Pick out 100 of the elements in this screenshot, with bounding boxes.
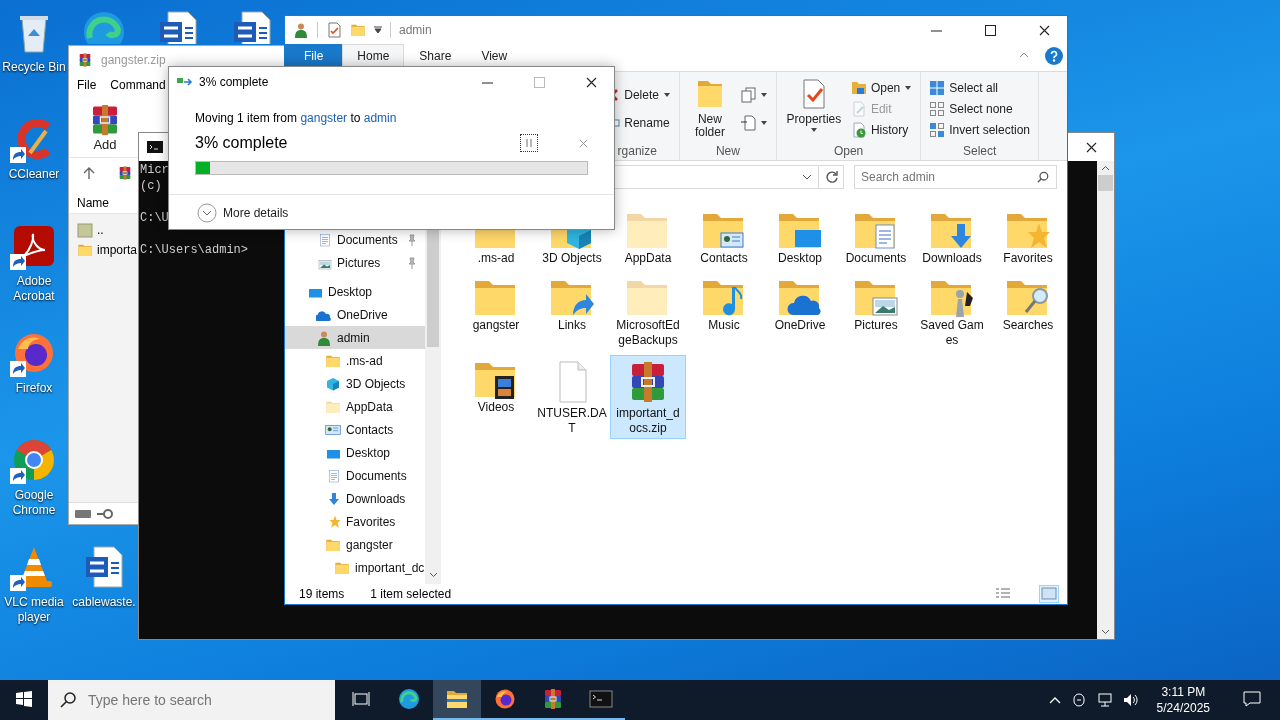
ribbon-button[interactable]: Select none bbox=[927, 100, 1032, 118]
close-icon bbox=[1038, 24, 1050, 36]
console-line: C:\U bbox=[140, 210, 169, 226]
ribbon-button[interactable]: Open bbox=[848, 79, 915, 97]
tree-item[interactable]: Documents bbox=[285, 228, 425, 251]
tree-item[interactable]: Desktop bbox=[285, 280, 425, 303]
scroll-down-icon[interactable] bbox=[428, 572, 438, 578]
icon-label[interactable]: CCleaner bbox=[8, 167, 60, 182]
ribbon-tab[interactable]: Share bbox=[404, 44, 467, 66]
group-label: Open bbox=[832, 143, 865, 160]
search-icon bbox=[60, 692, 76, 708]
device-icon[interactable] bbox=[1070, 692, 1087, 708]
caret-icon[interactable] bbox=[374, 26, 382, 34]
file-item[interactable]: Desktop bbox=[762, 206, 838, 269]
pause-button[interactable] bbox=[520, 134, 538, 152]
group-label: New bbox=[714, 143, 741, 160]
tree-item[interactable]: Desktop bbox=[285, 441, 425, 464]
window-title: gangster.zip bbox=[101, 52, 166, 69]
ribbon-tab[interactable]: Home bbox=[342, 44, 405, 66]
user-icon[interactable] bbox=[293, 22, 309, 38]
tree-item[interactable]: Pictures bbox=[285, 251, 425, 274]
folder-icon bbox=[850, 80, 867, 96]
item-count: 19 items bbox=[299, 586, 345, 603]
ribbon-button[interactable]: Select all bbox=[927, 79, 1032, 97]
edge-icon bbox=[397, 687, 421, 711]
ribbon-tab[interactable]: View bbox=[466, 44, 523, 66]
tree-item[interactable]: AppData bbox=[285, 395, 425, 418]
search-icon[interactable] bbox=[1037, 171, 1049, 183]
chevron-up-icon[interactable] bbox=[1048, 696, 1061, 704]
file-name[interactable]: .. bbox=[97, 221, 104, 239]
icon-label[interactable]: Adobe Acrobat bbox=[1, 274, 67, 304]
clock-time[interactable]: 3:11 PM bbox=[1161, 684, 1206, 700]
status-message: Moving 1 item from gangster to admin bbox=[195, 110, 398, 127]
collapse-icon[interactable] bbox=[1019, 52, 1029, 58]
file-item[interactable]: important_docs.zip bbox=[610, 355, 686, 439]
more-details-button[interactable]: More details bbox=[195, 203, 291, 223]
file-item[interactable]: gangster bbox=[458, 273, 534, 351]
file-item[interactable]: MicrosoftEdgeBackups bbox=[610, 273, 686, 351]
tree-item[interactable]: 3D Objects bbox=[285, 372, 425, 395]
file-item[interactable]: Pictures bbox=[838, 273, 914, 351]
dropdown-icon[interactable] bbox=[802, 174, 812, 180]
close-icon bbox=[578, 138, 588, 148]
network-icon[interactable] bbox=[1096, 692, 1113, 708]
help-icon[interactable] bbox=[1045, 47, 1063, 65]
tree-item[interactable]: Downloads bbox=[285, 487, 425, 510]
file-item[interactable]: Videos bbox=[458, 355, 534, 439]
tree-item[interactable]: OneDrive bbox=[285, 303, 425, 326]
file-item[interactable]: Searches bbox=[990, 273, 1066, 351]
file-item[interactable]: Favorites bbox=[990, 206, 1066, 269]
firefox-icon bbox=[493, 687, 517, 711]
column-header[interactable]: Name bbox=[77, 193, 109, 212]
search-field[interactable]: Type here to search bbox=[48, 680, 335, 720]
ribbon-button[interactable]: Invert selection bbox=[927, 121, 1032, 139]
file-name[interactable]: importa bbox=[97, 241, 137, 259]
scroll-down-icon[interactable] bbox=[1101, 629, 1110, 635]
tree-item[interactable]: .ms-ad bbox=[285, 349, 425, 372]
tree-item[interactable]: gangster bbox=[285, 533, 425, 556]
menu-item[interactable]: Command bbox=[110, 76, 166, 94]
pencil-page-icon bbox=[850, 101, 867, 117]
terminal-icon bbox=[147, 141, 163, 153]
tree-item[interactable]: Contacts bbox=[285, 418, 425, 441]
menu-item[interactable]: File bbox=[77, 76, 97, 94]
clock-date[interactable]: 5/24/2025 bbox=[1156, 700, 1210, 716]
scroll-thumb[interactable] bbox=[1098, 175, 1113, 191]
file-item[interactable]: Music bbox=[686, 273, 762, 351]
pages-icon bbox=[739, 87, 756, 104]
source-link[interactable]: gangster bbox=[300, 111, 348, 125]
ribbon-button[interactable]: Properties bbox=[782, 76, 845, 142]
refresh-icon[interactable] bbox=[825, 170, 839, 184]
file-item[interactable]: Downloads bbox=[914, 206, 990, 269]
file-item[interactable]: Contacts bbox=[686, 206, 762, 269]
icon-label[interactable]: cablewaste. bbox=[72, 595, 136, 610]
ribbon-button[interactable]: History bbox=[848, 121, 915, 139]
up-folder-icon bbox=[77, 222, 93, 238]
page-icon bbox=[739, 114, 756, 131]
file-item[interactable]: Links bbox=[534, 273, 610, 351]
volume-icon[interactable] bbox=[1122, 692, 1139, 708]
scroll-up-icon[interactable] bbox=[1101, 165, 1110, 171]
ribbon-button[interactable]: New folder bbox=[685, 76, 734, 142]
checked-page-icon[interactable] bbox=[326, 22, 342, 38]
search-field[interactable]: Search admin bbox=[854, 165, 1057, 189]
tree-item[interactable]: important_dc bbox=[285, 556, 425, 579]
destination-link[interactable]: admin bbox=[363, 111, 397, 125]
file-item[interactable]: Saved Games bbox=[914, 273, 990, 351]
chevron-icon bbox=[197, 203, 217, 223]
up-arrow-icon[interactable] bbox=[83, 167, 95, 179]
icon-label[interactable]: VLC media player bbox=[1, 595, 67, 625]
ribbon-tab[interactable]: File bbox=[285, 44, 343, 66]
add-button[interactable]: Add bbox=[85, 100, 125, 153]
file-item[interactable]: Documents bbox=[838, 206, 914, 269]
file-item[interactable]: OneDrive bbox=[762, 273, 838, 351]
terminal-icon bbox=[589, 687, 613, 711]
taskbar-app[interactable] bbox=[433, 680, 481, 720]
icon-label[interactable]: Recycle Bin bbox=[2, 60, 66, 75]
tree-item[interactable]: admin bbox=[285, 326, 425, 349]
tree-item[interactable]: Documents bbox=[285, 464, 425, 487]
file-item[interactable]: AppData bbox=[610, 206, 686, 269]
file-item[interactable]: NTUSER.DAT bbox=[534, 355, 610, 439]
half-grid-icon bbox=[929, 122, 946, 138]
tree-item[interactable]: Favorites bbox=[285, 510, 425, 533]
